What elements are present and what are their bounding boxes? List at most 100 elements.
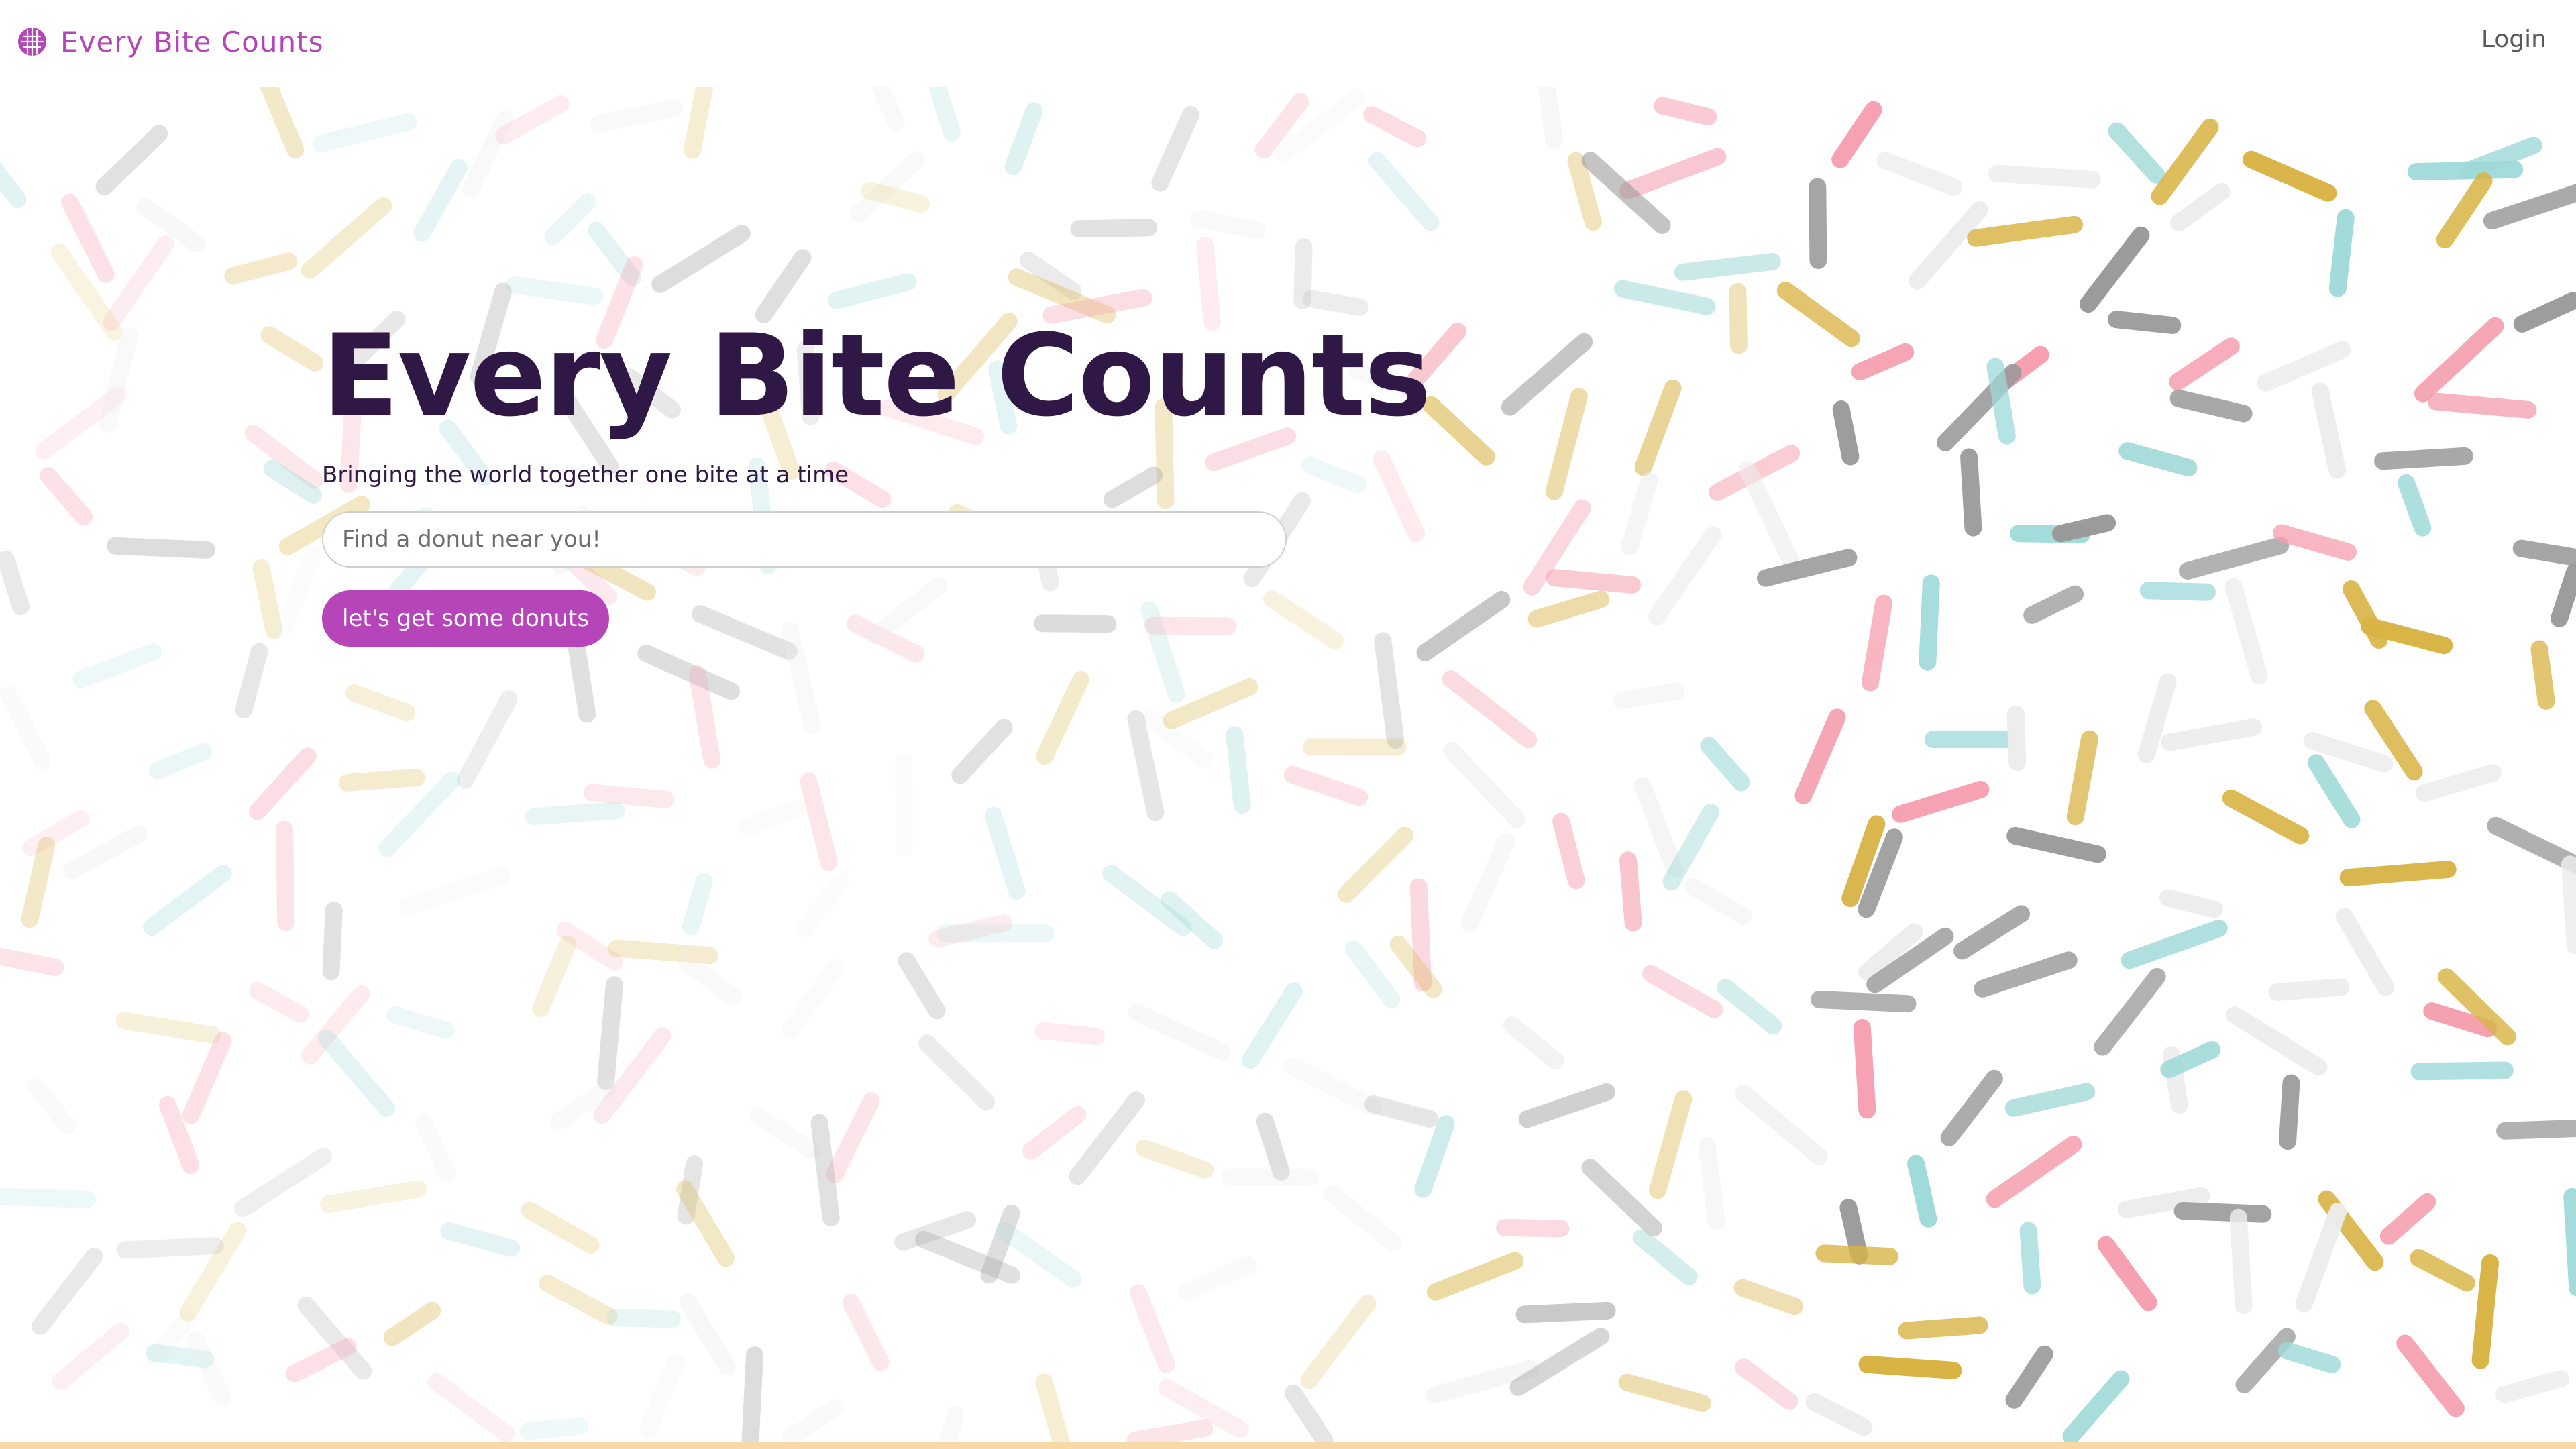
sprinkle bbox=[1811, 991, 1917, 1013]
sprinkle bbox=[1634, 379, 1682, 476]
sprinkle bbox=[1283, 766, 1368, 806]
sprinkle bbox=[234, 1148, 333, 1218]
sprinkle bbox=[938, 1405, 964, 1444]
sprinkle bbox=[2062, 1370, 2130, 1444]
sprinkle bbox=[782, 1399, 844, 1444]
sprinkle bbox=[1892, 780, 1990, 823]
sprinkle bbox=[1035, 1373, 1071, 1444]
sprinkle bbox=[2471, 1254, 2499, 1369]
sprinkle bbox=[2169, 389, 2253, 423]
sprinkle bbox=[2052, 514, 2116, 543]
sprinkle bbox=[1733, 1279, 1804, 1316]
sprinkle bbox=[1515, 1301, 1616, 1324]
sprinkle bbox=[2066, 730, 2098, 826]
sprinkle bbox=[2169, 337, 2240, 391]
sprinkle bbox=[828, 273, 917, 309]
sprinkle bbox=[1460, 832, 1515, 933]
sprinkle bbox=[2107, 311, 2182, 334]
sprinkle bbox=[1735, 1358, 1799, 1410]
sprinkle bbox=[2563, 1188, 2576, 1297]
sprinkle bbox=[2414, 317, 2504, 402]
sprinkle bbox=[1674, 253, 1781, 281]
sprinkle bbox=[2079, 226, 2150, 313]
sprinkle bbox=[2222, 789, 2310, 845]
sprinkle bbox=[1416, 590, 1511, 661]
sprinkle bbox=[252, 559, 283, 639]
sprinkle bbox=[143, 864, 232, 936]
sprinkle bbox=[2174, 1202, 2272, 1223]
sprinkles-background bbox=[0, 87, 2576, 1444]
sprinkle bbox=[39, 467, 93, 526]
sprinkle bbox=[2374, 447, 2473, 470]
sprinkle bbox=[1909, 201, 1988, 290]
sprinkle bbox=[320, 1180, 427, 1213]
sprinkle bbox=[2139, 582, 2216, 601]
sprinkle bbox=[1809, 178, 1827, 269]
sprinkle bbox=[506, 276, 603, 305]
sprinkle bbox=[584, 784, 675, 808]
sprinkle bbox=[1815, 1244, 1898, 1265]
sprinkle bbox=[1853, 1019, 1876, 1119]
sprinkle bbox=[2461, 136, 2542, 179]
sprinkle bbox=[1338, 826, 1413, 903]
sprinkle bbox=[1284, 1384, 1334, 1444]
sprinkle bbox=[984, 806, 1026, 900]
sprinkle bbox=[1226, 726, 1251, 814]
sprinkle bbox=[2268, 978, 2350, 1002]
sprinkle bbox=[1862, 594, 1893, 692]
sprinkle bbox=[1190, 210, 1267, 239]
sprinkle bbox=[2257, 341, 2351, 392]
sprinkle bbox=[2279, 1074, 2300, 1150]
sprinkle bbox=[456, 690, 518, 789]
sprinkle bbox=[951, 718, 1013, 784]
sprinkle bbox=[1374, 632, 1405, 749]
sprinkle bbox=[1300, 1295, 1377, 1389]
sprinkle bbox=[386, 1006, 455, 1039]
page: Every Bite Counts Login Every Bite Count… bbox=[0, 0, 2576, 1449]
get-donuts-button[interactable]: let's get some donuts bbox=[322, 590, 610, 647]
login-link[interactable]: Login bbox=[2481, 25, 2546, 53]
sprinkle bbox=[1805, 1393, 1873, 1436]
sprinkle bbox=[0, 550, 30, 616]
sprinkle bbox=[918, 1034, 995, 1111]
sprinkle bbox=[1426, 1252, 1524, 1301]
sprinkle bbox=[2427, 392, 2537, 419]
sprinkle bbox=[1717, 979, 1782, 1035]
sprinkle bbox=[1738, 460, 1799, 568]
sprinkle bbox=[2530, 640, 2555, 710]
sprinkle bbox=[1070, 219, 1158, 238]
sprinkle bbox=[1940, 1069, 2003, 1146]
sprinkle bbox=[676, 1180, 735, 1267]
sprinkle bbox=[1831, 101, 1882, 168]
sprinkle bbox=[2121, 920, 2228, 969]
sprinkle bbox=[2415, 764, 2502, 802]
sprinkle bbox=[928, 87, 961, 142]
sprinkle bbox=[2023, 585, 2084, 624]
sprinkle bbox=[260, 87, 305, 159]
sprinkle bbox=[2436, 172, 2493, 249]
sprinkle bbox=[637, 644, 741, 700]
donut-search-input[interactable] bbox=[322, 511, 1287, 568]
sprinkle bbox=[413, 158, 468, 242]
sprinkle bbox=[339, 769, 425, 792]
sprinkle bbox=[2311, 382, 2347, 479]
sprinkle bbox=[1546, 569, 1641, 594]
sprinkle bbox=[0, 947, 64, 977]
sprinkle bbox=[1619, 148, 1727, 199]
sprinkle bbox=[2170, 182, 2231, 231]
sprinkle bbox=[107, 537, 215, 559]
sprinkle bbox=[684, 87, 714, 159]
sprinkle bbox=[1496, 1218, 1570, 1238]
sprinkle bbox=[2551, 563, 2576, 627]
sprinkle bbox=[1127, 710, 1165, 822]
sprinkle bbox=[2118, 442, 2198, 477]
sprinkle bbox=[898, 952, 946, 1020]
sprinkle bbox=[2513, 292, 2576, 333]
brand-link[interactable]: Every Bite Counts bbox=[16, 20, 323, 63]
sprinkle bbox=[427, 1373, 515, 1443]
sprinkle bbox=[187, 1332, 231, 1407]
sprinkle bbox=[415, 1114, 457, 1184]
sprinkle bbox=[1633, 777, 1684, 878]
sprinkle bbox=[749, 1107, 821, 1159]
sprinkle bbox=[1613, 280, 1716, 315]
